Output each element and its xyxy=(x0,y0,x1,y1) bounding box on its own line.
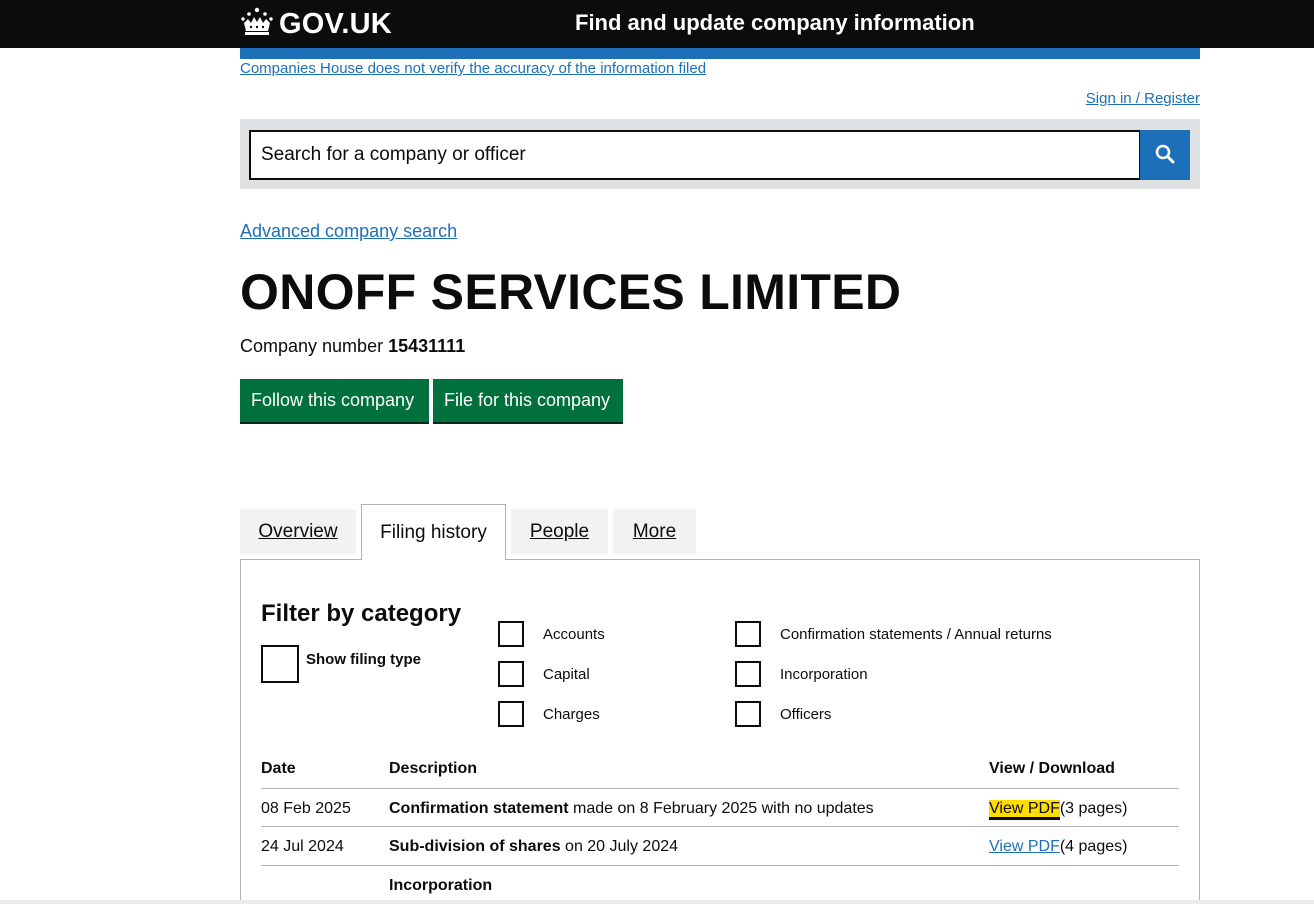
row-1-description: Confirmation statement made on 8 Februar… xyxy=(389,800,874,818)
filter-title: Filter by category xyxy=(261,600,462,627)
disclaimer-link[interactable]: Companies House does not verify the accu… xyxy=(240,60,706,77)
row-2-description-detail: on 20 July 2024 xyxy=(560,838,679,855)
charges-label: Charges xyxy=(543,706,600,723)
tab-filing-history[interactable]: Filing history xyxy=(361,504,506,560)
accounts-label: Accounts xyxy=(543,626,605,643)
row-1-pages: (3 pages) xyxy=(1059,800,1128,817)
row-2-description-type: Sub-division of shares xyxy=(389,838,561,855)
table-divider xyxy=(261,865,1179,866)
crown-icon xyxy=(240,7,274,42)
tab-people[interactable]: People xyxy=(511,509,608,554)
incorporation-checkbox[interactable] xyxy=(735,661,761,687)
govuk-logo[interactable]: GOV.UK xyxy=(240,7,392,41)
company-number-value: 15431111 xyxy=(388,336,466,356)
horizontal-scrollbar[interactable] xyxy=(0,900,1314,904)
row-2-date: 24 Jul 2024 xyxy=(261,838,344,855)
officers-checkbox[interactable] xyxy=(735,701,761,727)
site-header: GOV.UK Find and update company informati… xyxy=(0,0,1314,48)
charges-checkbox[interactable] xyxy=(498,701,524,727)
advanced-search-link[interactable]: Advanced company search xyxy=(240,221,457,242)
table-divider xyxy=(261,788,1179,789)
search-input[interactable] xyxy=(249,130,1141,180)
signin-register-link[interactable]: Sign in / Register xyxy=(1086,90,1200,107)
tab-overview[interactable]: Overview xyxy=(240,509,356,554)
table-header-description: Description xyxy=(389,760,478,777)
service-name[interactable]: Find and update company information xyxy=(575,10,975,36)
row-1-view-pdf-link[interactable]: View PDF xyxy=(989,800,1060,817)
capital-checkbox[interactable] xyxy=(498,661,524,687)
row-2-view-pdf-link[interactable]: View PDF xyxy=(989,838,1060,855)
company-number-label: Company number xyxy=(240,336,384,356)
table-header-date: Date xyxy=(261,760,296,777)
search-button[interactable] xyxy=(1140,130,1190,180)
search-icon xyxy=(1155,144,1175,167)
confirmation-statements-label: Confirmation statements / Annual returns xyxy=(780,626,1052,643)
tab-more[interactable]: More xyxy=(613,509,696,554)
company-number: Company number 15431111 xyxy=(240,336,465,357)
logo-text: GOV.UK xyxy=(279,7,392,40)
row-3-description-type: Incorporation xyxy=(389,877,493,894)
row-2-description: Sub-division of shares on 20 July 2024 xyxy=(389,838,678,856)
row-1-view: View PDF(3 pages) xyxy=(989,800,1127,818)
row-1-description-type: Confirmation statement xyxy=(389,800,569,817)
row-2-pages: (4 pages) xyxy=(1059,838,1128,855)
row-3-description: Incorporation xyxy=(389,877,492,895)
file-for-company-button[interactable]: File for this company xyxy=(433,379,623,422)
show-filing-type-label: Show filing type xyxy=(306,651,421,668)
confirmation-statements-checkbox[interactable] xyxy=(735,621,761,647)
company-name: ONOFF SERVICES LIMITED xyxy=(240,264,902,320)
accounts-checkbox[interactable] xyxy=(498,621,524,647)
follow-company-button[interactable]: Follow this company xyxy=(240,379,429,422)
row-2-view: View PDF(4 pages) xyxy=(989,838,1127,856)
row-1-date: 08 Feb 2025 xyxy=(261,800,351,817)
row-1-description-detail: made on 8 February 2025 with no updates xyxy=(568,800,874,817)
table-header-view-download: View / Download xyxy=(989,760,1115,777)
show-filing-type-checkbox[interactable] xyxy=(261,645,299,683)
search-bar xyxy=(240,119,1200,189)
table-divider xyxy=(261,826,1179,827)
officers-label: Officers xyxy=(780,706,832,723)
incorporation-label: Incorporation xyxy=(780,666,868,683)
header-blue-bar xyxy=(240,48,1200,59)
capital-label: Capital xyxy=(543,666,590,683)
